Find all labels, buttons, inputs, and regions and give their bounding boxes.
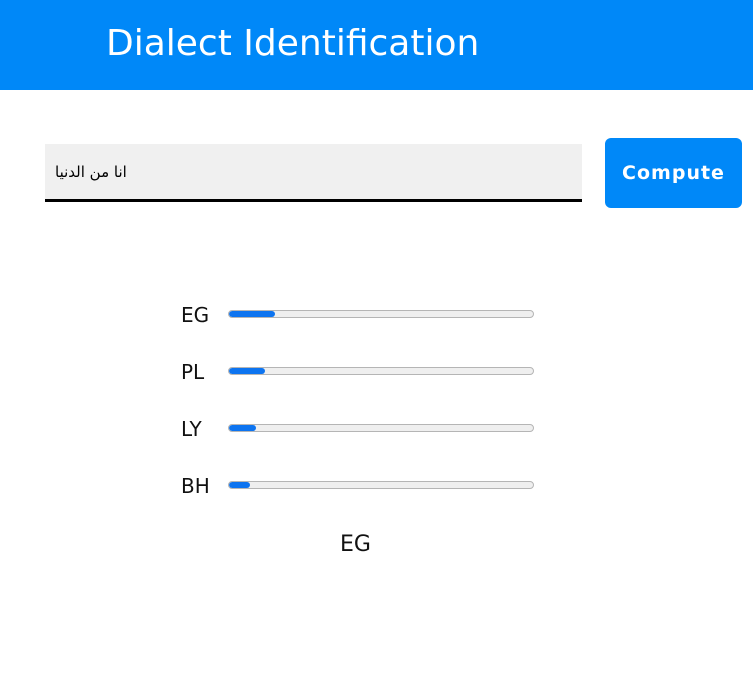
- result-label: BH: [181, 474, 210, 498]
- probability-bar-fill: [229, 311, 275, 317]
- probability-bar-fill: [229, 368, 266, 374]
- result-label: PL: [181, 360, 205, 384]
- result-label: LY: [181, 417, 202, 441]
- result-row-2: LY: [0, 414, 753, 444]
- app-header: Dialect Identification: [0, 0, 753, 90]
- probability-bar: [228, 481, 534, 489]
- results-panel: EG PL LY BH EG: [0, 0, 753, 699]
- result-row-3: BH: [0, 471, 753, 501]
- probability-bar: [228, 424, 534, 432]
- compute-button[interactable]: Compute: [605, 138, 742, 208]
- result-label: EG: [181, 303, 210, 327]
- probability-bar: [228, 310, 534, 318]
- probability-bar-fill: [229, 425, 257, 431]
- probability-bar-fill: [229, 482, 251, 488]
- predicted-dialect: EG: [340, 532, 371, 557]
- result-row-0: EG: [0, 300, 753, 330]
- text-input[interactable]: [45, 144, 582, 202]
- page-title: Dialect Identification: [106, 23, 480, 64]
- probability-bar: [228, 367, 534, 375]
- result-row-1: PL: [0, 357, 753, 387]
